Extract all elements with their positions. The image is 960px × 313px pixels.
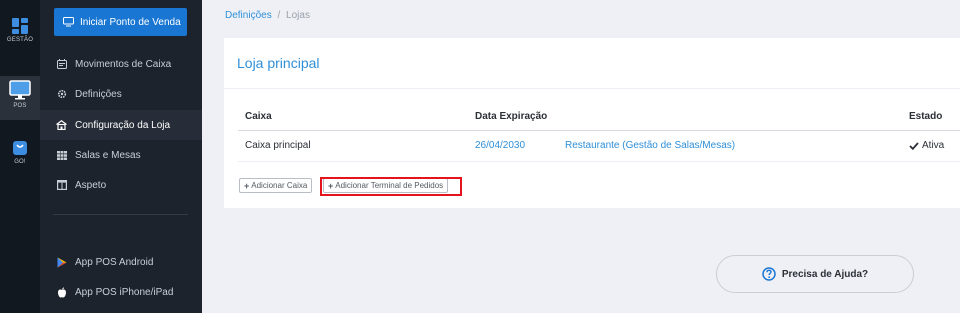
- estado-label: Ativa: [922, 140, 945, 151]
- apple-icon: [56, 286, 67, 298]
- rail-label: GESTÃO: [6, 37, 34, 43]
- app-rail: GESTÃO POS GO!: [0, 0, 40, 313]
- sidebar-item-salas-mesas[interactable]: Salas e Mesas: [40, 140, 202, 170]
- question-icon: [762, 267, 776, 281]
- breadcrumb-separator: /: [277, 10, 281, 21]
- sidebar-divider: [53, 214, 188, 215]
- sidebar-item-label: Salas e Mesas: [75, 149, 141, 161]
- table-header-divider: [238, 130, 960, 131]
- store-icon: [56, 120, 67, 131]
- dashboard-icon: [12, 18, 28, 34]
- column-header-estado: Estado: [909, 111, 943, 122]
- breadcrumb: Definições / Lojas: [225, 10, 310, 21]
- sidebar-item-aspeto[interactable]: Aspeto: [40, 170, 202, 200]
- sidebar-item-label: Configuração da Loja: [75, 119, 171, 131]
- sidebar-item-label: App POS iPhone/iPad: [75, 286, 174, 298]
- table-row-divider: [238, 161, 960, 162]
- highlight-box: [320, 177, 462, 196]
- pdv-button-label: Iniciar Ponto de Venda: [80, 16, 181, 28]
- card-divider: [224, 88, 960, 89]
- adicionar-caixa-button[interactable]: + Adicionar Caixa: [239, 178, 313, 193]
- monitor-icon: [9, 80, 31, 100]
- google-play-icon: [56, 257, 67, 268]
- rail-label: POS: [13, 103, 27, 109]
- sidebar-item-label: Movimentos de Caixa: [75, 58, 172, 70]
- grid-icon: [56, 150, 67, 161]
- cash-register-icon: [56, 59, 67, 70]
- sidebar-item-movimentos[interactable]: Movimentos de Caixa: [40, 49, 202, 79]
- store-card: Loja principal Caixa Data Expiração Esta…: [224, 38, 960, 208]
- rail-item-pos[interactable]: POS: [0, 76, 40, 120]
- cell-estado: Ativa: [909, 140, 944, 151]
- app-pos-iphone-link[interactable]: App POS iPhone/iPad: [40, 277, 202, 307]
- app-pos-android-link[interactable]: App POS Android: [40, 247, 202, 277]
- sidebar-item-label: Definições: [75, 88, 122, 100]
- sidebar-item-label: App POS Android: [75, 256, 154, 268]
- shopping-bag-icon: [13, 141, 27, 155]
- sidebar-item-configuracao-loja[interactable]: Configuração da Loja: [40, 110, 202, 140]
- cell-tipo[interactable]: Restaurante (Gestão de Salas/Mesas): [565, 140, 735, 151]
- help-label: Precisa de Ajuda?: [781, 268, 869, 280]
- layout-icon: [56, 180, 67, 191]
- rail-label: GO!: [14, 159, 26, 165]
- adicionar-caixa-label: Adicionar Caixa: [251, 181, 308, 190]
- rail-item-gestao[interactable]: GESTÃO: [0, 18, 40, 56]
- gear-icon: [56, 89, 67, 100]
- breadcrumb-current: Lojas: [286, 10, 310, 21]
- column-header-data-expiracao: Data Expiração: [475, 111, 548, 122]
- precisa-de-ajuda-button[interactable]: Precisa de Ajuda?: [716, 255, 914, 293]
- plus-icon: +: [244, 180, 250, 191]
- sidebar: Iniciar Ponto de Venda Movimentos de Cai…: [40, 0, 202, 313]
- rail-item-go[interactable]: GO!: [0, 138, 40, 176]
- monitor-icon: [63, 17, 74, 27]
- iniciar-ponto-de-venda-button[interactable]: Iniciar Ponto de Venda: [54, 8, 187, 36]
- cell-data-expiracao[interactable]: 26/04/2030: [475, 140, 525, 151]
- cell-caixa: Caixa principal: [245, 140, 311, 151]
- check-icon: [909, 141, 919, 150]
- card-title: Loja principal: [237, 55, 320, 71]
- column-header-caixa: Caixa: [245, 111, 272, 122]
- sidebar-item-label: Aspeto: [75, 179, 107, 191]
- sidebar-item-definicoes[interactable]: Definições: [40, 79, 202, 109]
- breadcrumb-definicoes-link[interactable]: Definições: [225, 10, 272, 21]
